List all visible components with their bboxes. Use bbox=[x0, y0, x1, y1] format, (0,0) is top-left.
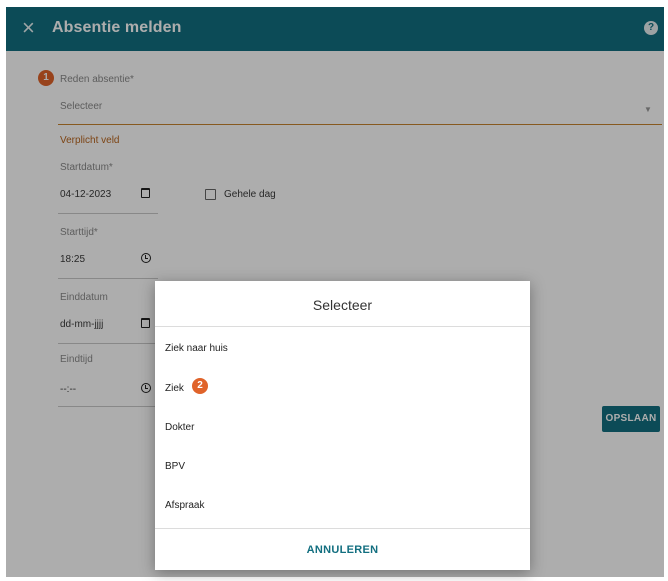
option-ziek-naar-huis[interactable]: Ziek naar huis bbox=[165, 343, 228, 354]
step-badge-2: 2 bbox=[192, 378, 208, 394]
cancel-button[interactable]: ANNULEREN bbox=[155, 529, 530, 571]
option-ziek[interactable]: Ziek bbox=[165, 383, 184, 394]
dialog-title: Selecteer bbox=[155, 281, 530, 327]
right-edge bbox=[664, 0, 668, 581]
option-dokter[interactable]: Dokter bbox=[165, 422, 194, 433]
option-afspraak[interactable]: Afspraak bbox=[165, 500, 204, 511]
option-bpv[interactable]: BPV bbox=[165, 461, 185, 472]
select-dialog: Selecteer Ziek naar huis Ziek 2 Dokter B… bbox=[155, 281, 530, 570]
dialog-footer: ANNULEREN bbox=[155, 528, 530, 571]
